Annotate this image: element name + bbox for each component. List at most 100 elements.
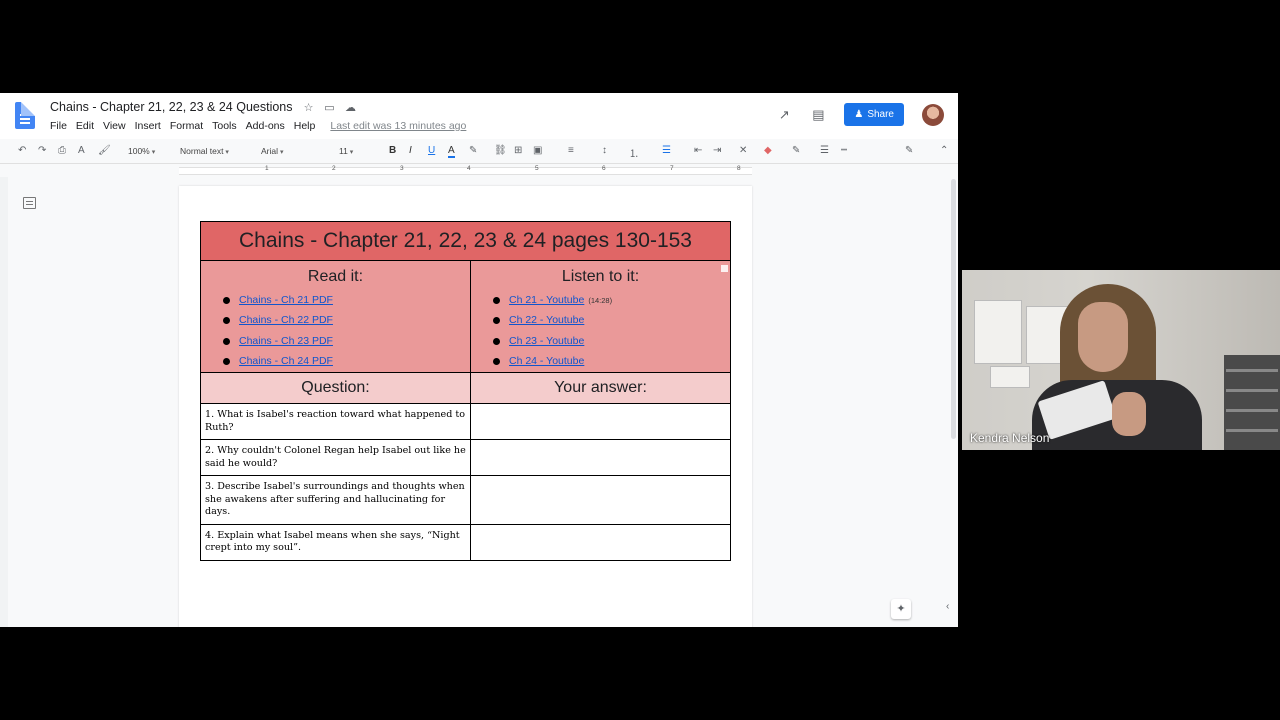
cell-handle-icon[interactable] [721,265,728,272]
answer-cell[interactable] [470,439,731,476]
docs-logo-icon[interactable] [15,102,35,129]
insert-image-icon[interactable]: ▣ [533,145,542,156]
border-color-icon[interactable]: ✎ [792,145,800,156]
highlight-icon[interactable]: ✎ [469,145,477,156]
list-item: Chains - Ch 21 PDF [223,290,470,310]
horizontal-ruler: 1 2 3 4 5 6 7 8 [0,165,958,177]
insert-comment-icon[interactable]: ⊞ [514,145,522,156]
document-title[interactable]: Chains - Chapter 21, 22, 23 & 24 Questio… [50,100,293,114]
participant-video[interactable]: Kendra Nelson [962,270,1280,450]
share-button[interactable]: ♟ Share [844,103,904,126]
ruler-number: 6 [602,165,606,172]
list-item: Ch 23 - Youtube [493,331,730,351]
font-select[interactable]: Arial [261,146,323,156]
title-bar: Chains - Chapter 21, 22, 23 & 24 Questio… [0,93,958,139]
question-cell[interactable]: 3. Describe Isabel's surroundings and th… [200,475,471,525]
list-item: Ch 24 - Youtube [493,351,730,371]
menu-view[interactable]: View [103,120,126,132]
question-cell[interactable]: 4. Explain what Isabel means when she sa… [200,523,471,561]
person-icon: ♟ [854,109,864,120]
list-item: Chains - Ch 23 PDF [223,331,470,351]
question-cell[interactable]: 2. Why couldn't Colonel Regan help Isabe… [200,439,471,476]
youtube-link[interactable]: Ch 21 - Youtube [509,294,584,306]
line-spacing-icon[interactable]: ↕ [602,145,607,156]
formatting-toolbar: ↶ ↷ ⎙ A 🖌 100% Normal text Arial 11 B I … [0,140,958,164]
spellcheck-icon[interactable]: A [78,145,85,156]
menu-file[interactable]: File [50,120,67,132]
cloud-saved-icon[interactable]: ☁ [344,101,357,114]
chapter-pdf-link[interactable]: Chains - Ch 24 PDF [239,355,333,367]
menu-addons[interactable]: Add-ons [246,120,285,132]
ruler-number: 3 [400,165,404,172]
listen-to-it-heading: Listen to it: [561,268,640,285]
table-title[interactable]: Chains - Chapter 21, 22, 23 & 24 pages 1… [200,221,731,261]
print-icon[interactable]: ⎙ [58,145,66,156]
listen-links-list: Ch 21 - Youtube (14:28) Ch 22 - Youtube C… [493,290,730,372]
border-width-icon[interactable]: ☰ [820,145,829,156]
chapter-pdf-link[interactable]: Chains - Ch 21 PDF [239,294,333,306]
numbered-list-icon[interactable]: ⒈ [629,145,639,160]
editing-mode-icon[interactable]: ✎ [905,145,913,156]
last-edit-link[interactable]: Last edit was 13 minutes ago [330,120,466,132]
activity-trend-icon[interactable]: ↗ [776,107,792,123]
read-it-cell[interactable]: Read it: Chains - Ch 21 PDF Chains - Ch … [200,260,471,373]
bulleted-list-icon[interactable]: ☰ [662,145,671,156]
youtube-link[interactable]: Ch 24 - Youtube [509,355,584,367]
list-item: Ch 22 - Youtube [493,310,730,330]
video-duration: (14:28) [588,296,613,305]
menu-format[interactable]: Format [170,120,203,132]
bold-icon[interactable]: B [389,145,396,156]
paint-format-icon[interactable]: 🖌 [98,145,111,156]
text-color-icon[interactable]: A [448,145,455,158]
border-dash-icon[interactable]: ┅ [841,145,847,156]
menu-edit[interactable]: Edit [76,120,94,132]
chapter-pdf-link[interactable]: Chains - Ch 23 PDF [239,335,333,347]
participant-name: Kendra Nelson [970,431,1050,445]
explore-icon[interactable]: ✦ [891,599,911,619]
collapse-menus-icon[interactable]: ⌃ [940,145,948,156]
increase-indent-icon[interactable]: ⇥ [713,145,721,156]
account-avatar[interactable] [922,103,944,126]
question-cell[interactable]: 1. What is Isabel's reaction toward what… [200,403,471,440]
read-it-heading: Read it: [307,268,364,285]
youtube-link[interactable]: Ch 22 - Youtube [509,314,584,326]
star-icon[interactable]: ☆ [302,101,315,114]
person-hand [1112,392,1146,436]
ruler-number: 7 [670,165,674,172]
redo-icon[interactable]: ↷ [38,145,46,156]
vertical-ruler [0,177,8,627]
menu-bar: File Edit View Insert Format Tools Add-o… [50,120,475,132]
menu-tools[interactable]: Tools [212,120,237,132]
italic-icon[interactable]: I [409,145,412,156]
menu-help[interactable]: Help [294,120,316,132]
insert-link-icon[interactable]: ⛓ [494,145,507,156]
answer-cell[interactable] [470,403,731,440]
document-outline-icon[interactable] [23,197,36,209]
youtube-link[interactable]: Ch 23 - Youtube [509,335,584,347]
move-folder-icon[interactable]: ▭ [323,101,336,114]
clear-formatting-icon[interactable]: ✕ [739,145,747,156]
chapter-pdf-link[interactable]: Chains - Ch 22 PDF [239,314,333,326]
answer-header[interactable]: Your answer: [470,372,731,404]
align-icon[interactable]: ≡ [568,145,574,156]
side-panel-toggle-icon[interactable]: ‹ [946,601,949,612]
answer-cell[interactable] [470,475,731,525]
vertical-scrollbar[interactable] [950,177,958,457]
decrease-indent-icon[interactable]: ⇤ [694,145,702,156]
listen-to-it-cell[interactable]: Listen to it: Ch 21 - Youtube (14:28) Ch … [470,260,731,373]
menu-insert[interactable]: Insert [135,120,161,132]
style-select[interactable]: Normal text [180,146,229,156]
fill-color-icon[interactable]: ◆ [764,145,772,156]
zoom-select[interactable]: 100% [128,146,155,156]
list-item: Chains - Ch 24 PDF [223,351,470,371]
answer-cell[interactable] [470,523,731,561]
underline-icon[interactable]: U [428,145,435,156]
read-links-list: Chains - Ch 21 PDF Chains - Ch 22 PDF Ch… [223,290,470,372]
question-header[interactable]: Question: [200,372,471,404]
comment-icon[interactable]: ▤ [810,107,826,123]
share-label: Share [867,109,894,120]
ruler-number: 4 [467,165,471,172]
undo-icon[interactable]: ↶ [18,145,26,156]
ruler-number: 8 [737,165,741,172]
font-size-select[interactable]: 11 [339,146,353,156]
